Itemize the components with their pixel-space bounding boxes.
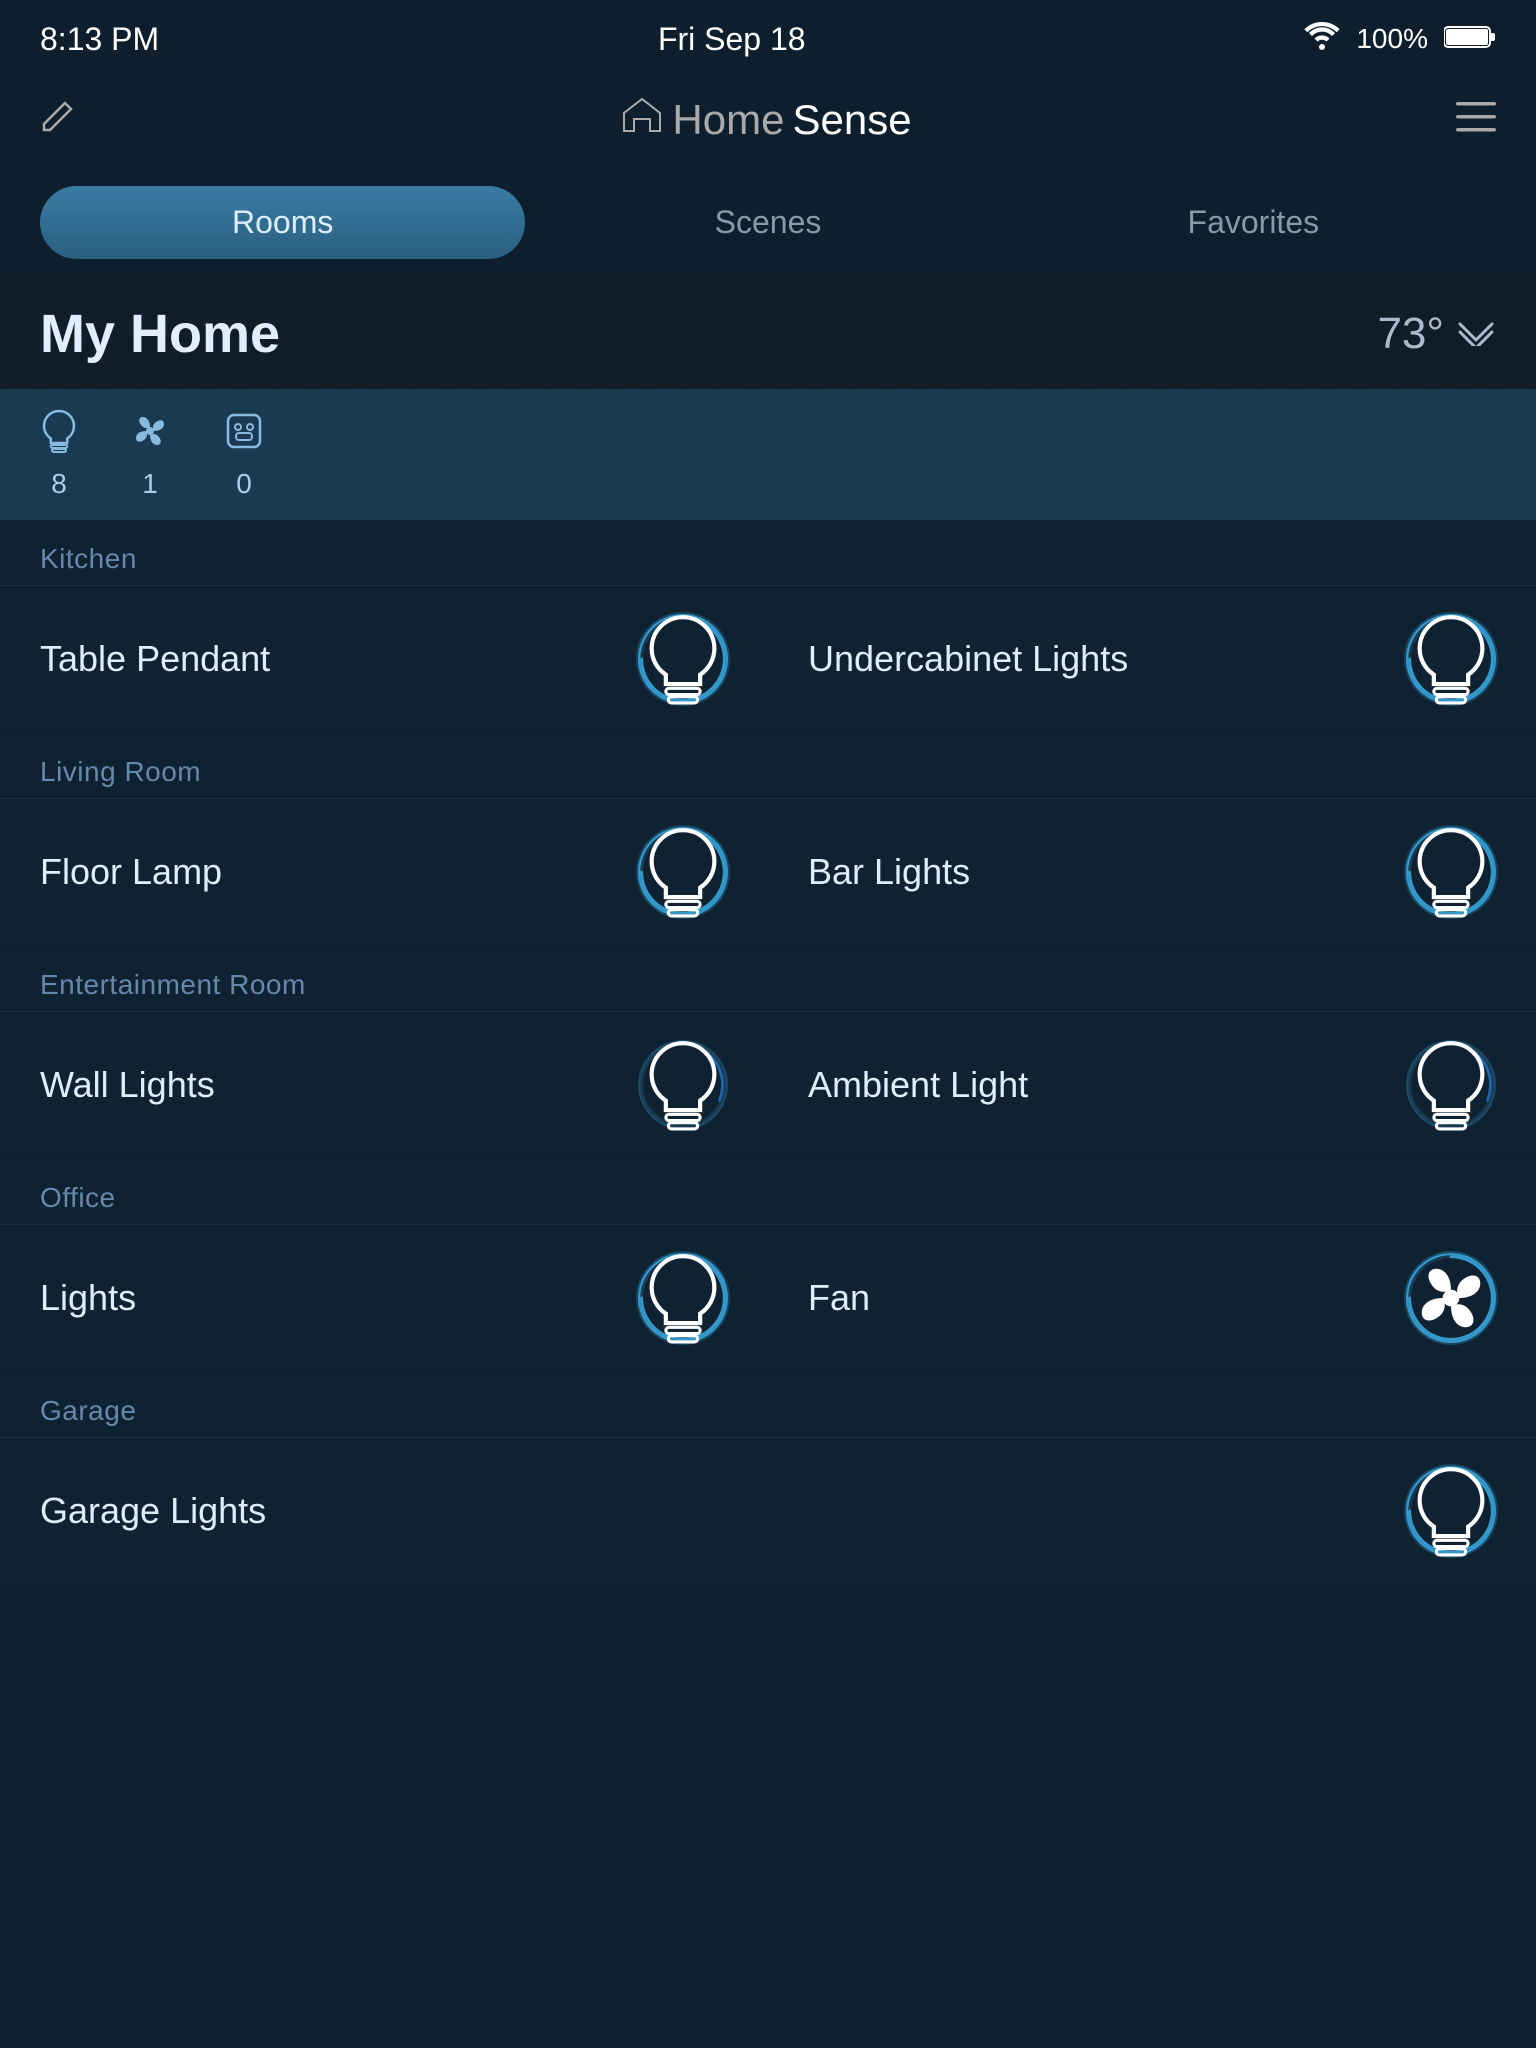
status-icons: 100% bbox=[1304, 22, 1496, 57]
kitchen-devices: Table Pendant Under bbox=[0, 585, 1536, 732]
summary-light-icon bbox=[40, 409, 78, 462]
room-office-label: Office bbox=[0, 1160, 1536, 1224]
wall-lights-button[interactable] bbox=[638, 1040, 728, 1130]
room-living-room: Living Room Floor Lamp bbox=[0, 734, 1536, 945]
summary-fans: 1 bbox=[128, 409, 172, 500]
temperature-value: 73° bbox=[1377, 309, 1444, 359]
room-office: Office Lights bbox=[0, 1160, 1536, 1371]
status-bar: 8:13 PM Fri Sep 18 100% bbox=[0, 0, 1536, 70]
logo-home-text: Home bbox=[672, 96, 784, 144]
summary-fans-count: 1 bbox=[142, 468, 158, 500]
logo-sense-text: Sense bbox=[792, 96, 911, 144]
device-summary: 8 1 0 bbox=[0, 389, 1536, 521]
living-room-devices: Floor Lamp Bar Ligh bbox=[0, 798, 1536, 945]
ambient-light-button[interactable] bbox=[1406, 1040, 1496, 1130]
device-floor-lamp[interactable]: Floor Lamp bbox=[0, 798, 768, 945]
home-header: My Home 73° bbox=[0, 275, 1536, 389]
wifi-icon bbox=[1304, 22, 1340, 57]
device-fan[interactable]: Fan bbox=[768, 1224, 1536, 1371]
status-date: Fri Sep 18 bbox=[658, 21, 806, 58]
device-garage-lights[interactable]: Garage Lights bbox=[0, 1437, 1536, 1584]
summary-fan-icon bbox=[128, 409, 172, 462]
bar-lights-button[interactable] bbox=[1406, 827, 1496, 917]
tab-rooms[interactable]: Rooms bbox=[40, 186, 525, 259]
app-logo: HomeSense bbox=[620, 93, 911, 147]
tab-bar: Rooms Scenes Favorites bbox=[0, 170, 1536, 275]
summary-outlet-icon bbox=[222, 409, 266, 462]
summary-outlets-count: 0 bbox=[236, 468, 252, 500]
room-entertainment-label: Entertainment Room bbox=[0, 947, 1536, 1011]
room-garage-label: Garage bbox=[0, 1373, 1536, 1437]
floor-lamp-button[interactable] bbox=[638, 827, 728, 917]
device-table-pendant[interactable]: Table Pendant bbox=[0, 585, 768, 732]
tab-favorites[interactable]: Favorites bbox=[1011, 186, 1496, 259]
summary-lights: 8 bbox=[40, 409, 78, 500]
room-living-room-label: Living Room bbox=[0, 734, 1536, 798]
table-pendant-button[interactable] bbox=[638, 614, 728, 704]
hamburger-menu-button[interactable] bbox=[1456, 99, 1496, 141]
device-wall-lights[interactable]: Wall Lights bbox=[0, 1011, 768, 1158]
office-lights-button[interactable] bbox=[638, 1253, 728, 1343]
status-time: 8:13 PM bbox=[40, 21, 159, 58]
device-undercabinet-lights[interactable]: Undercabinet Lights bbox=[768, 585, 1536, 732]
device-office-lights[interactable]: Lights bbox=[0, 1224, 768, 1371]
room-garage: Garage Garage Lights bbox=[0, 1373, 1536, 1584]
fan-button[interactable] bbox=[1406, 1253, 1496, 1343]
device-ambient-light[interactable]: Ambient Light bbox=[768, 1011, 1536, 1158]
office-devices: Lights Fan bbox=[0, 1224, 1536, 1371]
battery-icon bbox=[1444, 23, 1496, 56]
summary-lights-count: 8 bbox=[51, 468, 67, 500]
tab-scenes[interactable]: Scenes bbox=[525, 186, 1010, 259]
room-kitchen-label: Kitchen bbox=[0, 521, 1536, 585]
edit-button[interactable] bbox=[40, 98, 76, 143]
summary-outlets: 0 bbox=[222, 409, 266, 500]
room-kitchen: Kitchen Table Pendant bbox=[0, 521, 1536, 732]
temperature-display: 73° bbox=[1377, 309, 1496, 359]
rooms-content: Kitchen Table Pendant bbox=[0, 521, 1536, 1584]
undercabinet-lights-button[interactable] bbox=[1406, 614, 1496, 704]
chevron-down-icon[interactable] bbox=[1456, 313, 1496, 355]
battery-percent: 100% bbox=[1356, 23, 1428, 55]
entertainment-devices: Wall Lights Ambient bbox=[0, 1011, 1536, 1158]
garage-lights-button[interactable] bbox=[1406, 1466, 1496, 1556]
top-nav: HomeSense bbox=[0, 70, 1536, 170]
device-bar-lights[interactable]: Bar Lights bbox=[768, 798, 1536, 945]
logo-icon bbox=[620, 93, 664, 147]
room-entertainment: Entertainment Room Wall Lights bbox=[0, 947, 1536, 1158]
home-title: My Home bbox=[40, 303, 280, 365]
